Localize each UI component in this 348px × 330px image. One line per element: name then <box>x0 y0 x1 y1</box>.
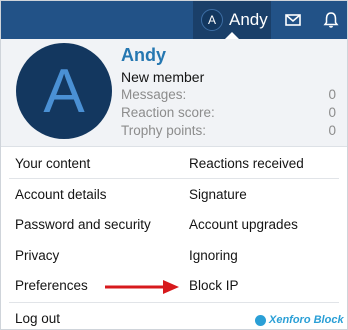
menu-your-content[interactable]: Your content <box>15 156 90 172</box>
avatar[interactable]: A <box>16 43 112 139</box>
menu-ignoring[interactable]: Ignoring <box>189 248 238 264</box>
stat-value: 0 <box>328 123 336 138</box>
menu-password-security[interactable]: Password and security <box>15 217 151 233</box>
divider <box>9 178 339 179</box>
user-title: New member <box>121 69 205 85</box>
stat-value: 0 <box>328 87 336 102</box>
account-popup: A Andy A Andy New member Messages: 0 Rea… <box>0 0 348 330</box>
watermark-logo-icon <box>255 314 266 326</box>
top-navigation-bar: A Andy <box>1 1 347 39</box>
envelope-icon[interactable] <box>283 10 303 30</box>
logout-link[interactable]: Log out <box>15 311 60 327</box>
profile-name[interactable]: Andy <box>121 45 166 66</box>
bell-icon[interactable] <box>321 10 341 30</box>
menu-signature[interactable]: Signature <box>189 187 247 203</box>
menu-account-details[interactable]: Account details <box>15 187 107 203</box>
dropdown-caret <box>225 32 239 39</box>
menu-preferences[interactable]: Preferences <box>15 278 88 294</box>
menu-reactions-received[interactable]: Reactions received <box>189 156 304 172</box>
account-username[interactable]: Andy <box>229 10 268 30</box>
stat-reaction-score: Reaction score: 0 <box>121 105 336 120</box>
mini-avatar[interactable]: A <box>201 9 223 31</box>
watermark-text: Xenforo Block <box>269 314 344 326</box>
profile-header: A Andy New member Messages: 0 Reaction s… <box>1 39 347 147</box>
menu-block-ip[interactable]: Block IP <box>189 278 239 294</box>
stat-label: Reaction score: <box>121 105 215 120</box>
stat-messages: Messages: 0 <box>121 87 336 102</box>
annotation-arrow <box>105 280 179 294</box>
menu-account-upgrades[interactable]: Account upgrades <box>189 217 298 233</box>
stat-label: Trophy points: <box>121 123 207 138</box>
menu-privacy[interactable]: Privacy <box>15 248 59 264</box>
stat-trophy-points: Trophy points: 0 <box>121 123 336 138</box>
stat-value: 0 <box>328 105 336 120</box>
stat-label: Messages: <box>121 87 187 102</box>
watermark: Xenforo Block <box>255 314 344 326</box>
divider <box>9 302 339 303</box>
